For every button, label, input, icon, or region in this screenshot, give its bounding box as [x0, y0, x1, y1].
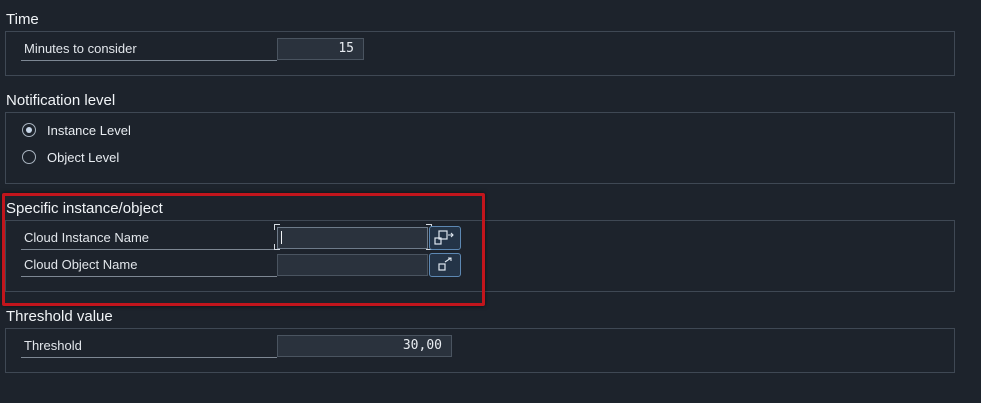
value-help-icon [438, 257, 452, 271]
threshold-input[interactable]: 30,00 [277, 335, 452, 357]
radio-instance-level-button[interactable] [22, 123, 36, 137]
threshold-label: Threshold [21, 334, 277, 358]
cloud-instance-name-input[interactable] [277, 227, 428, 249]
threshold-section-title: Threshold value [6, 308, 113, 325]
radio-instance-level-label: Instance Level [47, 123, 131, 138]
specific-section-title: Specific instance/object [6, 200, 163, 217]
notification-group [5, 112, 955, 184]
minutes-input[interactable]: 15 [277, 38, 364, 60]
notification-section-title: Notification level [6, 92, 116, 109]
focus-corner-bl [274, 244, 280, 250]
cloud-instance-value-help-button[interactable] [429, 226, 461, 250]
focus-corner-tl [274, 224, 280, 230]
value-help-icon [434, 230, 454, 245]
cloud-object-name-label: Cloud Object Name [21, 253, 277, 277]
minutes-label: Minutes to consider [21, 37, 277, 61]
time-section-title: Time [6, 11, 39, 28]
cloud-object-name-input[interactable] [277, 254, 428, 276]
radio-object-level-button[interactable] [22, 150, 36, 164]
radio-object-level-label: Object Level [47, 150, 120, 165]
cloud-instance-name-label: Cloud Instance Name [21, 226, 277, 250]
text-caret [281, 231, 282, 244]
cloud-object-value-help-button[interactable] [429, 253, 461, 277]
